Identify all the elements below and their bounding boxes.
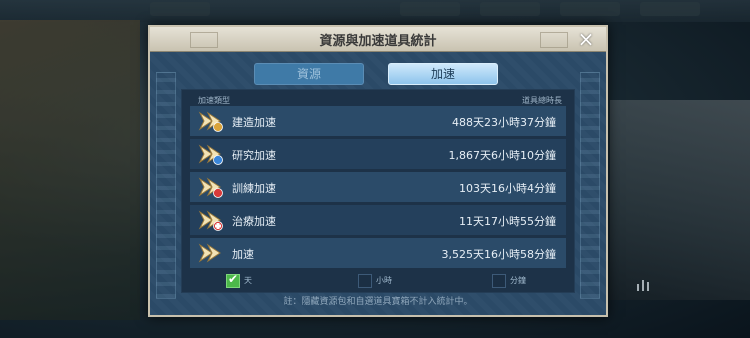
checkmark-icon: ✔ bbox=[228, 272, 239, 286]
column-header-total-time: 道具總時長 bbox=[522, 96, 562, 105]
tab-speedups[interactable]: 加速 bbox=[388, 63, 498, 85]
background-resource-chip bbox=[480, 2, 540, 16]
background-resource-chip bbox=[560, 2, 620, 16]
checkbox-days-label: 天 bbox=[244, 276, 252, 285]
row-name: 治療加速 bbox=[232, 215, 276, 228]
background-top-bar bbox=[0, 0, 750, 22]
checkbox-days[interactable]: ✔ bbox=[226, 272, 240, 288]
row-value: 103天16小時4分鐘 bbox=[459, 182, 556, 195]
background-menu-icon bbox=[636, 278, 652, 296]
row-name: 訓練加速 bbox=[232, 182, 276, 195]
background-resource-chip bbox=[640, 2, 700, 16]
row-value: 488天23小時37分鐘 bbox=[452, 116, 556, 129]
background-resource-chip bbox=[400, 2, 460, 16]
checkbox-minutes-label: 分鐘 bbox=[510, 276, 526, 285]
table-row: 加速 3,525天16小時58分鐘 bbox=[190, 238, 566, 268]
checkbox-minutes[interactable] bbox=[492, 274, 506, 288]
tab-resources[interactable]: 資源 bbox=[254, 63, 364, 85]
checkbox-hours[interactable] bbox=[358, 274, 372, 288]
row-name: 建造加速 bbox=[232, 116, 276, 129]
dialog-header: 資源與加速道具統計 × bbox=[150, 27, 606, 52]
table-row: 建造加速 488天23小時37分鐘 bbox=[190, 106, 566, 136]
speedup-table: 加速類型 道具總時長 建造加速 488天23小時37分鐘 研究加速 1,867天… bbox=[181, 89, 575, 293]
dialog-title: 資源與加速道具統計 bbox=[319, 34, 437, 49]
healing-speedup-icon bbox=[198, 208, 224, 232]
row-value: 11天17小時55分鐘 bbox=[459, 215, 556, 228]
dialog-body: 資源 加速 加速類型 道具總時長 建造加速 488天23小時37分鐘 研究加速 … bbox=[150, 52, 606, 315]
background-wall bbox=[610, 100, 750, 300]
background-resource-chip bbox=[150, 2, 210, 16]
training-speedup-icon bbox=[198, 175, 224, 199]
footnote: 註：隱藏資源包和自選道具寶箱不計入統計中。 bbox=[283, 297, 473, 307]
speedup-stats-dialog: 資源與加速道具統計 × 資源 加速 加速類型 道具總時長 建造加速 488天23… bbox=[148, 25, 608, 317]
row-name: 加速 bbox=[232, 248, 254, 261]
row-value: 1,867天6小時10分鐘 bbox=[448, 149, 557, 162]
universal-speedup-icon bbox=[198, 241, 224, 265]
table-row: 研究加速 1,867天6小時10分鐘 bbox=[190, 139, 566, 169]
table-row: 治療加速 11天17小時55分鐘 bbox=[190, 205, 566, 235]
side-ornament-left bbox=[156, 72, 176, 299]
table-row: 訓練加速 103天16小時4分鐘 bbox=[190, 172, 566, 202]
side-ornament-right bbox=[580, 72, 600, 299]
close-button[interactable]: × bbox=[576, 29, 596, 49]
column-header-type: 加速類型 bbox=[198, 96, 230, 105]
research-speedup-icon bbox=[198, 142, 224, 166]
build-speedup-icon bbox=[198, 109, 224, 133]
background-city bbox=[0, 20, 140, 320]
row-value: 3,525天16小時58分鐘 bbox=[441, 248, 557, 261]
row-name: 研究加速 bbox=[232, 149, 276, 162]
time-unit-options: ✔ 天 小時 分鐘 bbox=[150, 272, 606, 288]
checkbox-hours-label: 小時 bbox=[376, 276, 392, 285]
